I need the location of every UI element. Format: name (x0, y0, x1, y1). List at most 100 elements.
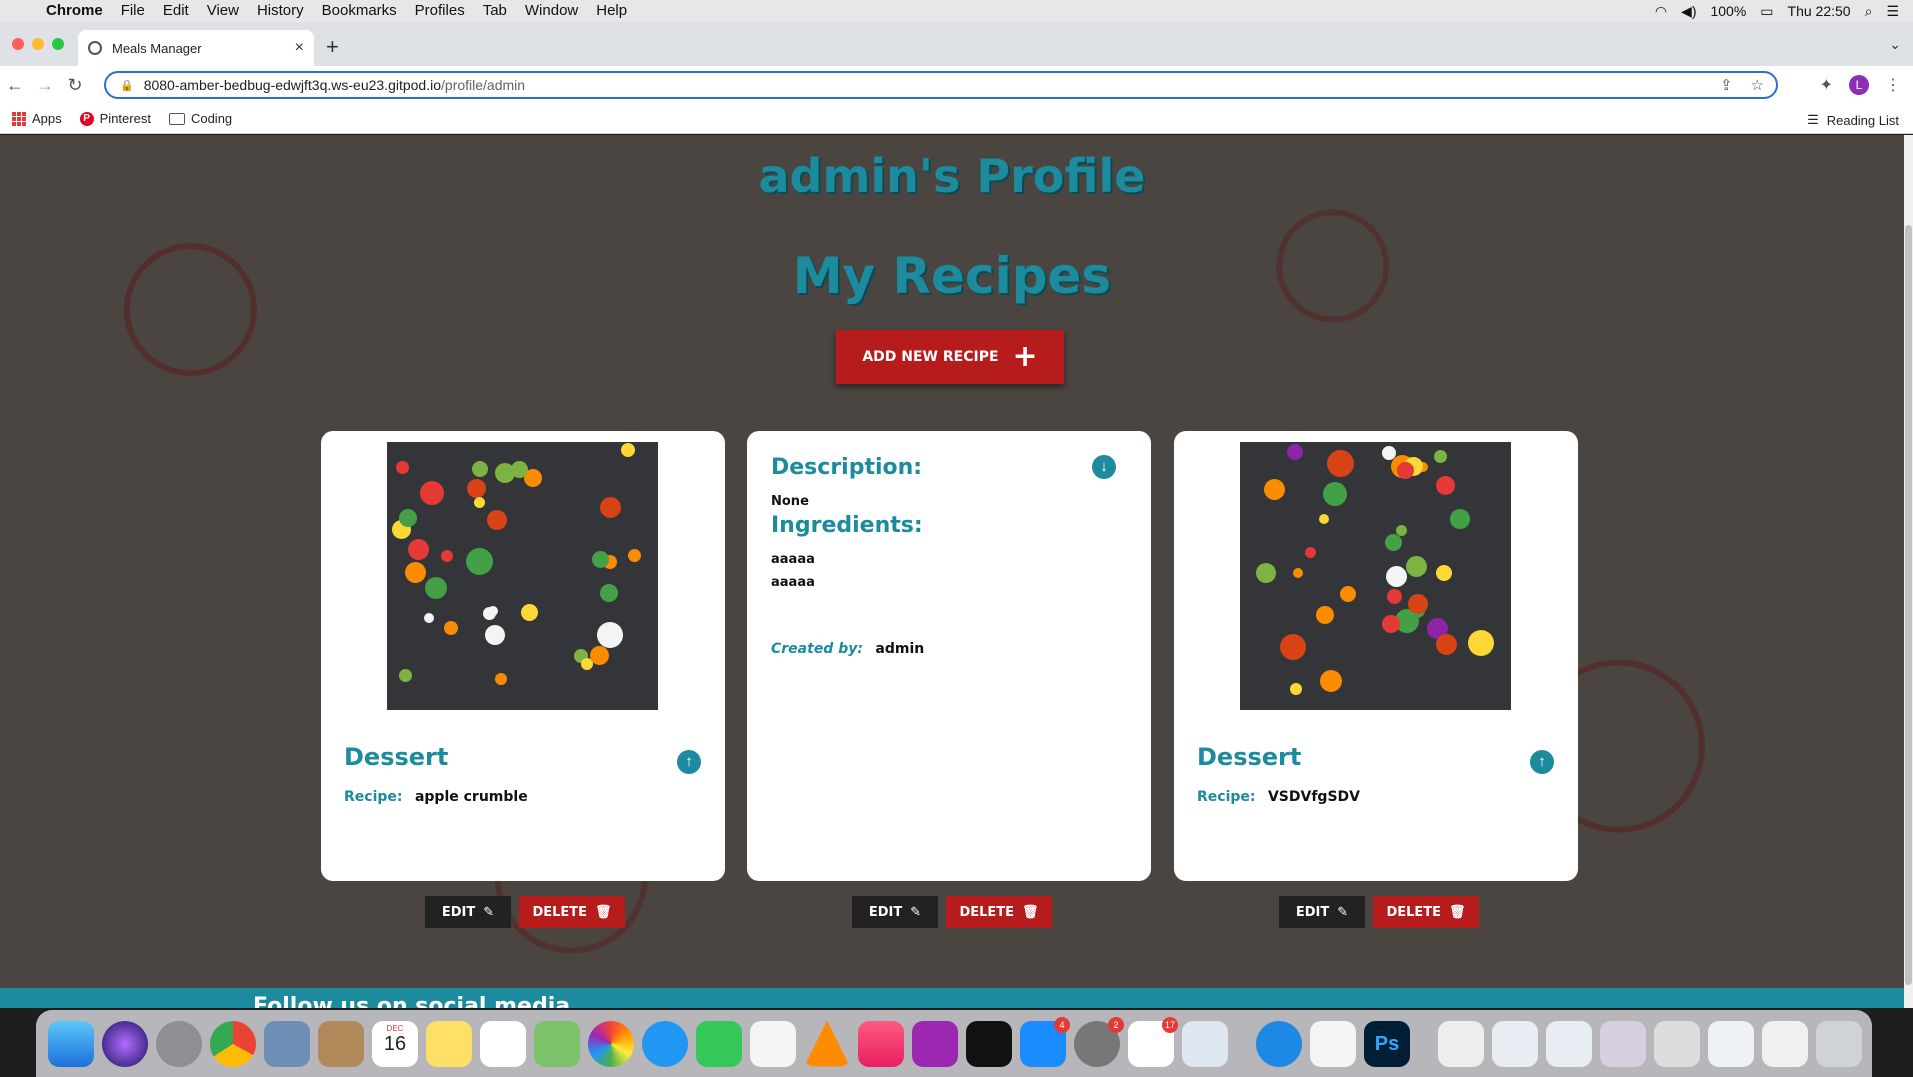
system-preferences-icon[interactable]: 2 (1074, 1016, 1124, 1067)
new-tab-button[interactable]: + (326, 34, 339, 60)
safari-icon[interactable] (1256, 1020, 1302, 1067)
siri-icon[interactable] (102, 1020, 148, 1067)
recent-window-thumbnail[interactable] (1438, 1020, 1484, 1067)
facetime-icon[interactable] (696, 1020, 742, 1067)
food-item-illustration (600, 584, 618, 602)
pencil-icon: ✎ (1337, 904, 1349, 920)
notes-icon[interactable] (426, 1020, 472, 1067)
volume-icon[interactable]: ◀) (1681, 3, 1696, 20)
food-item-illustration (1382, 446, 1396, 460)
trash-icon: 🗑 (1022, 904, 1039, 920)
scrollbar-thumb[interactable] (1905, 225, 1912, 985)
messages-icon[interactable] (642, 1020, 688, 1067)
menu-app-name[interactable]: Chrome (44, 0, 112, 22)
trash-bin-icon[interactable] (1816, 1020, 1862, 1067)
launchpad-icon[interactable] (156, 1020, 202, 1067)
menu-edit[interactable]: Edit (154, 0, 198, 22)
created-by-line: Created by: admin (771, 641, 924, 657)
menu-profiles[interactable]: Profiles (406, 0, 474, 22)
zoom-window-button[interactable] (52, 38, 64, 50)
menu-clock[interactable]: Thu 22:50 (1788, 3, 1851, 19)
edit-label: EDIT (868, 904, 903, 920)
food-item-illustration (592, 551, 609, 568)
maps-icon[interactable] (534, 1020, 580, 1067)
close-tab-icon[interactable]: × (295, 39, 304, 57)
face-app-icon[interactable] (1310, 1020, 1356, 1067)
mail-icon[interactable] (264, 1020, 310, 1067)
music-icon[interactable] (858, 1020, 904, 1067)
recent-window-thumbnail[interactable] (1654, 1020, 1700, 1067)
bookmark-star-icon[interactable]: ☆ (1751, 76, 1764, 94)
bookmark-coding[interactable]: Coding (168, 111, 232, 126)
recent-window-thumbnail[interactable] (1546, 1020, 1592, 1067)
menu-file[interactable]: File (112, 0, 154, 22)
apple-tv-icon[interactable] (966, 1020, 1012, 1067)
bookmark-pinterest[interactable]: P Pinterest (79, 111, 151, 126)
edit-label: EDIT (441, 904, 476, 920)
slack-badge: 17 (1162, 1016, 1178, 1033)
recent-window-thumbnail[interactable] (1708, 1020, 1754, 1067)
calendar-icon[interactable]: DEC 16 (372, 1020, 418, 1067)
profile-avatar[interactable]: L (1849, 75, 1869, 95)
delete-button[interactable]: DELETE 🗑 (519, 896, 625, 928)
battery-percent[interactable]: 100% (1710, 3, 1746, 19)
recent-window-thumbnail[interactable] (1762, 1020, 1808, 1067)
food-item-illustration (1406, 556, 1427, 577)
flip-up-arrow-icon[interactable]: ↑ (1530, 750, 1554, 774)
vlc-icon[interactable] (804, 1020, 850, 1067)
flip-down-arrow-icon[interactable]: ↓ (1092, 455, 1116, 479)
share-icon[interactable]: ⇪ (1720, 76, 1733, 94)
forward-button[interactable]: → (30, 75, 60, 96)
close-window-button[interactable] (12, 38, 24, 50)
delete-button[interactable]: DELETE 🗑 (1373, 896, 1479, 928)
menu-tab[interactable]: Tab (474, 0, 516, 22)
menu-view[interactable]: View (198, 0, 248, 22)
menu-bookmarks[interactable]: Bookmarks (313, 0, 406, 22)
flip-up-arrow-icon[interactable]: ↑ (677, 750, 701, 774)
recent-window-thumbnail[interactable] (1600, 1020, 1646, 1067)
edit-button[interactable]: EDIT ✎ (852, 896, 938, 928)
delete-button[interactable]: DELETE 🗑 (946, 896, 1052, 928)
control-center-icon[interactable]: ☰ (1886, 3, 1899, 20)
reading-list-button[interactable]: ☰ Reading List (1807, 112, 1899, 128)
browser-tab[interactable]: Meals Manager × (78, 30, 314, 66)
wifi-icon[interactable]: ◠ (1655, 3, 1667, 20)
lock-icon[interactable]: 🔒 (120, 79, 134, 92)
printer-icon[interactable] (1182, 1020, 1228, 1067)
food-item-illustration (466, 548, 493, 575)
reload-button[interactable]: ↻ (60, 75, 90, 96)
photoshop-icon[interactable]: Ps (1364, 1020, 1410, 1067)
food-item-illustration (600, 497, 621, 518)
food-item-illustration (1340, 586, 1356, 602)
edit-button[interactable]: EDIT ✎ (425, 896, 511, 928)
menu-history[interactable]: History (248, 0, 313, 22)
tab-search-chevron-icon[interactable]: ⌄ (1889, 36, 1901, 53)
spotlight-icon[interactable]: ⌕ (1865, 3, 1873, 20)
app-store-icon[interactable]: 4 (1020, 1016, 1070, 1067)
add-new-recipe-button[interactable]: ADD NEW RECIPE + (836, 330, 1064, 384)
menu-window[interactable]: Window (516, 0, 587, 22)
trash-icon: 🗑 (595, 904, 612, 920)
pencil-icon: ✎ (910, 904, 922, 920)
address-bar[interactable]: 🔒 8080-amber-bedbug-edwjft3q.ws-eu23.git… (104, 71, 1778, 99)
finder-icon[interactable] (48, 1020, 94, 1067)
calendar-day: 16 (383, 1032, 407, 1055)
bookmark-apps[interactable]: Apps (12, 111, 62, 126)
contacts-icon[interactable] (318, 1020, 364, 1067)
battery-icon[interactable]: ▭ (1760, 3, 1773, 20)
chrome-menu-icon[interactable]: ⋮ (1885, 75, 1901, 95)
podcasts-icon[interactable] (912, 1020, 958, 1067)
chrome-icon[interactable] (210, 1020, 256, 1067)
recent-window-thumbnail[interactable] (1492, 1020, 1538, 1067)
slack-icon[interactable]: 17 (1128, 1016, 1178, 1067)
news-icon[interactable] (750, 1020, 796, 1067)
menu-help[interactable]: Help (587, 0, 636, 22)
page-scrollbar[interactable] (1904, 135, 1913, 1008)
back-button[interactable]: ← (0, 75, 30, 96)
edit-button[interactable]: EDIT ✎ (1279, 896, 1365, 928)
reminders-icon[interactable] (480, 1020, 526, 1067)
recipe-card-details: Description: ↓ None Ingredients: aaaaa a… (747, 431, 1151, 881)
photos-icon[interactable] (588, 1020, 634, 1067)
minimize-window-button[interactable] (32, 38, 44, 50)
extensions-icon[interactable]: ✦ (1820, 75, 1833, 95)
